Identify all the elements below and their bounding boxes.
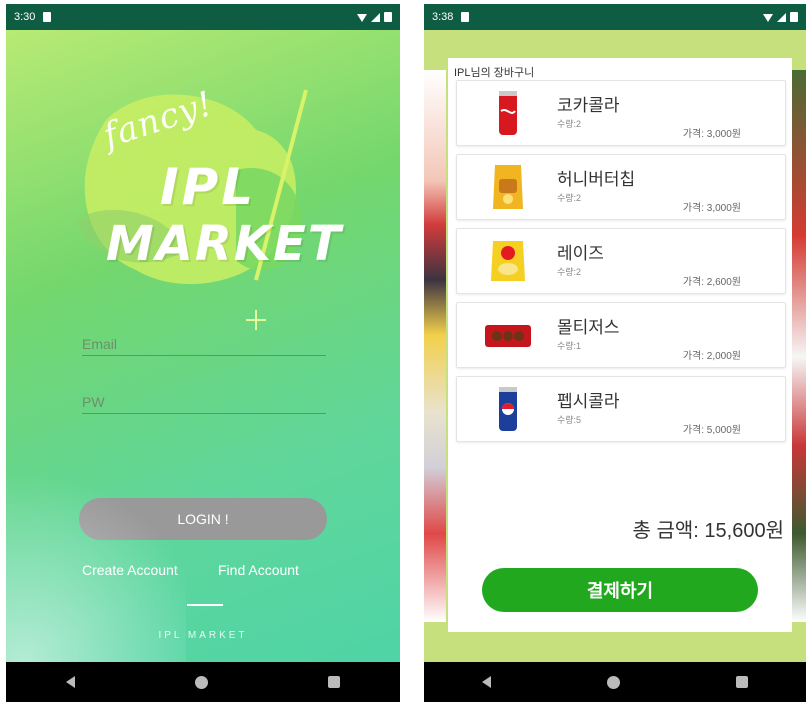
recent-apps-icon[interactable]: [328, 676, 340, 688]
pay-button[interactable]: 결제하기: [482, 568, 758, 612]
item-name: 몰티저스: [557, 318, 620, 337]
background-photo-left: [424, 70, 446, 622]
item-quantity: 수량:1: [557, 341, 582, 351]
status-bar: 3:30: [6, 4, 400, 30]
cart-item[interactable]: 레이즈 수량:2 가격: 2,600원: [456, 228, 786, 294]
status-time: 3:30: [14, 11, 36, 23]
cart-item[interactable]: 몰티저스 수량:1 가격: 2,000원: [456, 302, 786, 368]
item-name: 레이즈: [557, 244, 604, 263]
battery-icon: [790, 12, 798, 22]
item-quantity: 수량:2: [557, 119, 582, 129]
item-name: 코카콜라: [557, 96, 620, 115]
item-quantity: 수량:2: [557, 193, 582, 203]
brand-title-line1: IPL: [160, 158, 257, 216]
item-name: 펩시콜라: [557, 392, 620, 411]
home-icon[interactable]: [195, 675, 208, 689]
footer-brand-text: IPL MARKET: [158, 630, 248, 641]
item-price: 가격: 3,000원: [682, 203, 741, 214]
sd-card-icon: [461, 12, 470, 22]
brand-title-line2: MARKET: [106, 216, 343, 272]
cart-title: IPL님의 장바구니: [454, 67, 535, 79]
item-price: 가격: 3,000원: [682, 129, 741, 140]
email-field[interactable]: Email: [82, 336, 326, 356]
signal-icon: [371, 12, 380, 22]
login-screen: fancy! IPL MARKET Email PW LOGIN ! Creat…: [6, 30, 400, 662]
pepsi-can-icon: [499, 387, 517, 431]
item-price: 가격: 2,600원: [682, 277, 741, 288]
status-bar: 3:38: [424, 4, 806, 30]
cola-can-icon: [499, 91, 517, 135]
cart-item[interactable]: 허니버터칩 수량:2 가격: 3,000원: [456, 154, 786, 220]
back-icon[interactable]: [482, 676, 491, 688]
cart-screen: IPL님의 장바구니 코카콜라 수량:2 가격: 3,000원 허니버터칩 수량…: [424, 30, 806, 662]
create-account-link[interactable]: Create Account: [82, 562, 178, 578]
item-price: 가격: 5,000원: [682, 425, 741, 436]
logo: fancy! IPL MARKET: [66, 70, 366, 330]
password-field[interactable]: PW: [82, 394, 326, 414]
login-button[interactable]: LOGIN !: [79, 498, 327, 540]
footer-divider: [187, 604, 223, 606]
chips-bag-icon: [491, 241, 525, 281]
pay-button-label: 결제하기: [586, 581, 654, 601]
background-photo-right: [792, 70, 806, 622]
status-icons: [763, 12, 798, 22]
back-icon[interactable]: [66, 676, 75, 688]
item-quantity: 수량:2: [557, 267, 582, 277]
wifi-icon: [763, 13, 773, 22]
signal-icon: [777, 12, 786, 22]
cart-item[interactable]: 코카콜라 수량:2 가격: 3,000원: [456, 80, 786, 146]
wifi-icon: [357, 13, 367, 22]
status-icons: [357, 12, 392, 22]
candy-pack-icon: [485, 325, 531, 347]
battery-icon: [384, 12, 392, 22]
login-button-label: LOGIN !: [177, 511, 229, 527]
home-icon[interactable]: [607, 675, 620, 689]
recent-apps-icon[interactable]: [736, 676, 748, 688]
navigation-bar: [6, 662, 400, 702]
item-quantity: 수량:5: [557, 415, 582, 425]
navigation-bar: [424, 662, 806, 702]
cart-panel: IPL님의 장바구니 코카콜라 수량:2 가격: 3,000원 허니버터칩 수량…: [448, 58, 792, 632]
cart-phone: 3:38 IPL님의 장바구니 코카콜라 수량:2 가격: 3,000원 허니버…: [424, 4, 806, 702]
chips-bag-icon: [493, 165, 523, 209]
status-time: 3:38: [432, 11, 454, 23]
sd-card-icon: [43, 12, 52, 22]
item-name: 허니버터칩: [557, 170, 636, 189]
find-account-link[interactable]: Find Account: [218, 562, 299, 578]
item-price: 가격: 2,000원: [682, 351, 741, 362]
login-phone: 3:30 fancy! IPL MARKET Email PW LOGIN !: [6, 4, 400, 702]
total-amount: 총 금액: 15,600원: [632, 520, 784, 542]
cart-item[interactable]: 펩시콜라 수량:5 가격: 5,000원: [456, 376, 786, 442]
